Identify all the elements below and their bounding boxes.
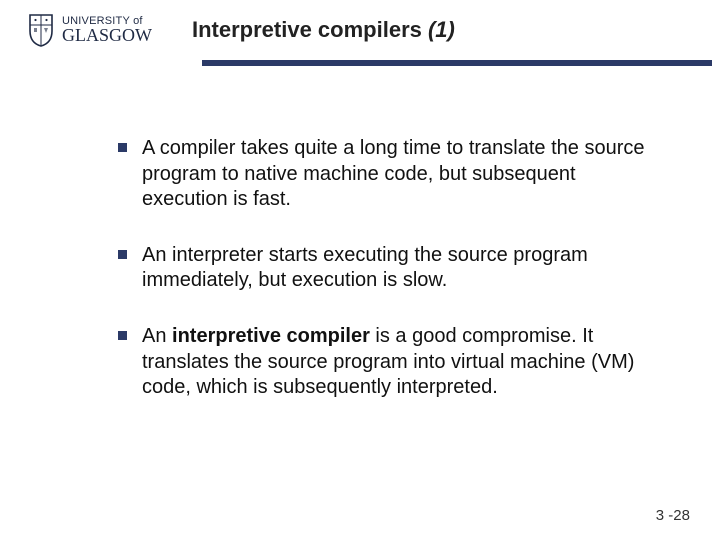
slide: UNIVERSITY of GLASGOW Interpretive compi… <box>0 0 720 540</box>
bullet-text-pre: An <box>142 325 172 347</box>
slide-title-main: Interpretive compilers <box>192 17 428 42</box>
page-number: 3 -28 <box>656 507 690 524</box>
bullet-text-bold: interpretive compiler <box>172 325 370 347</box>
slide-content: A compiler takes quite a long time to tr… <box>0 66 720 401</box>
bullet-list: A compiler takes quite a long time to tr… <box>118 136 660 401</box>
university-logo: UNIVERSITY of GLASGOW <box>0 13 152 47</box>
university-name-bottom: GLASGOW <box>62 25 152 46</box>
slide-title: Interpretive compilers (1) <box>192 17 455 42</box>
slide-title-suffix: (1) <box>428 17 455 42</box>
topbar: UNIVERSITY of GLASGOW Interpretive compi… <box>0 0 720 60</box>
bullet-text-pre: A compiler takes quite a long time to tr… <box>142 137 645 210</box>
list-item: A compiler takes quite a long time to tr… <box>118 136 660 213</box>
university-name: UNIVERSITY of GLASGOW <box>62 15 152 46</box>
bullet-text-pre: An interpreter starts executing the sour… <box>142 244 588 292</box>
slide-title-wrap: Interpretive compilers (1) <box>192 17 455 43</box>
list-item: An interpreter starts executing the sour… <box>118 243 660 294</box>
crest-icon <box>28 13 54 47</box>
list-item: An interpretive compiler is a good compr… <box>118 324 660 401</box>
